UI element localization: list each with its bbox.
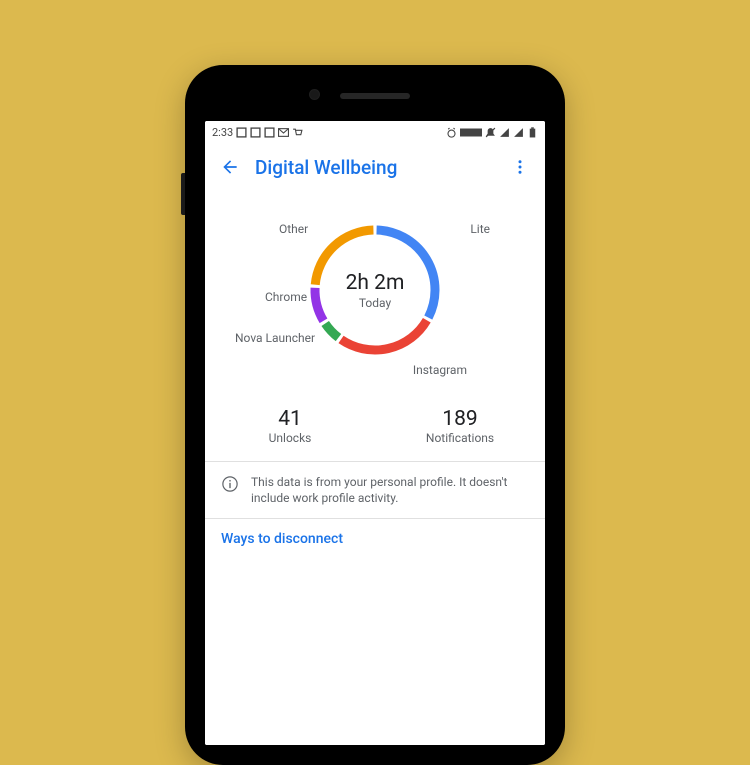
speaker-grille (340, 93, 410, 99)
section-ways-to-disconnect: Ways to disconnect (205, 519, 545, 547)
stat-notifications[interactable]: 189 Notifications (375, 407, 545, 445)
notif-icon (264, 127, 275, 138)
battery-icon (527, 127, 538, 138)
page-title: Digital Wellbeing (255, 156, 505, 179)
info-banner: This data is from your personal profile.… (205, 462, 545, 518)
stat-unlocks[interactable]: 41 Unlocks (205, 407, 375, 445)
back-button[interactable] (215, 152, 245, 182)
notifications-value: 189 (375, 407, 545, 431)
unlocks-value: 41 (205, 407, 375, 431)
arrow-left-icon (220, 157, 240, 177)
notifications-label: Notifications (375, 431, 545, 445)
content: 2h 2m Today Lite Instagram Nova Launcher… (205, 190, 545, 745)
volume-button (181, 173, 185, 215)
notif-icon (236, 127, 247, 138)
status-bar-right (446, 127, 538, 138)
segment-label-nova: Nova Launcher (235, 331, 315, 345)
total-time: 2h 2m (346, 271, 405, 295)
notif-icon (250, 127, 261, 138)
app-bar: Digital Wellbeing (205, 144, 545, 190)
phone-inner: 2:33 (191, 71, 559, 759)
segment-label-lite: Lite (470, 222, 490, 236)
screen: 2:33 (205, 121, 545, 745)
status-bar-left: 2:33 (212, 126, 303, 139)
usage-chart[interactable]: 2h 2m Today Lite Instagram Nova Launcher… (205, 196, 545, 401)
overflow-menu-button[interactable] (505, 152, 535, 182)
segment-label-chrome: Chrome (265, 290, 307, 304)
status-time: 2:33 (212, 126, 233, 139)
unlocks-label: Unlocks (205, 431, 375, 445)
segment-label-other: Other (279, 222, 308, 236)
phone-frame: 2:33 (185, 65, 565, 765)
cart-icon (292, 127, 303, 138)
alarm-icon (446, 127, 457, 138)
info-text: This data is from your personal profile.… (251, 474, 529, 506)
signal-icon (499, 127, 510, 138)
mail-icon (278, 127, 289, 138)
stats-row: 41 Unlocks 189 Notifications (205, 401, 545, 461)
front-camera (309, 89, 320, 100)
info-icon (221, 475, 239, 493)
volte-icon (460, 127, 482, 138)
dnd-icon (485, 127, 496, 138)
today-label: Today (359, 296, 391, 310)
more-vert-icon (511, 158, 529, 176)
status-bar: 2:33 (205, 121, 545, 144)
donut-center: 2h 2m Today (321, 236, 429, 344)
segment-label-instagram: Instagram (413, 363, 467, 377)
signal-icon (513, 127, 524, 138)
